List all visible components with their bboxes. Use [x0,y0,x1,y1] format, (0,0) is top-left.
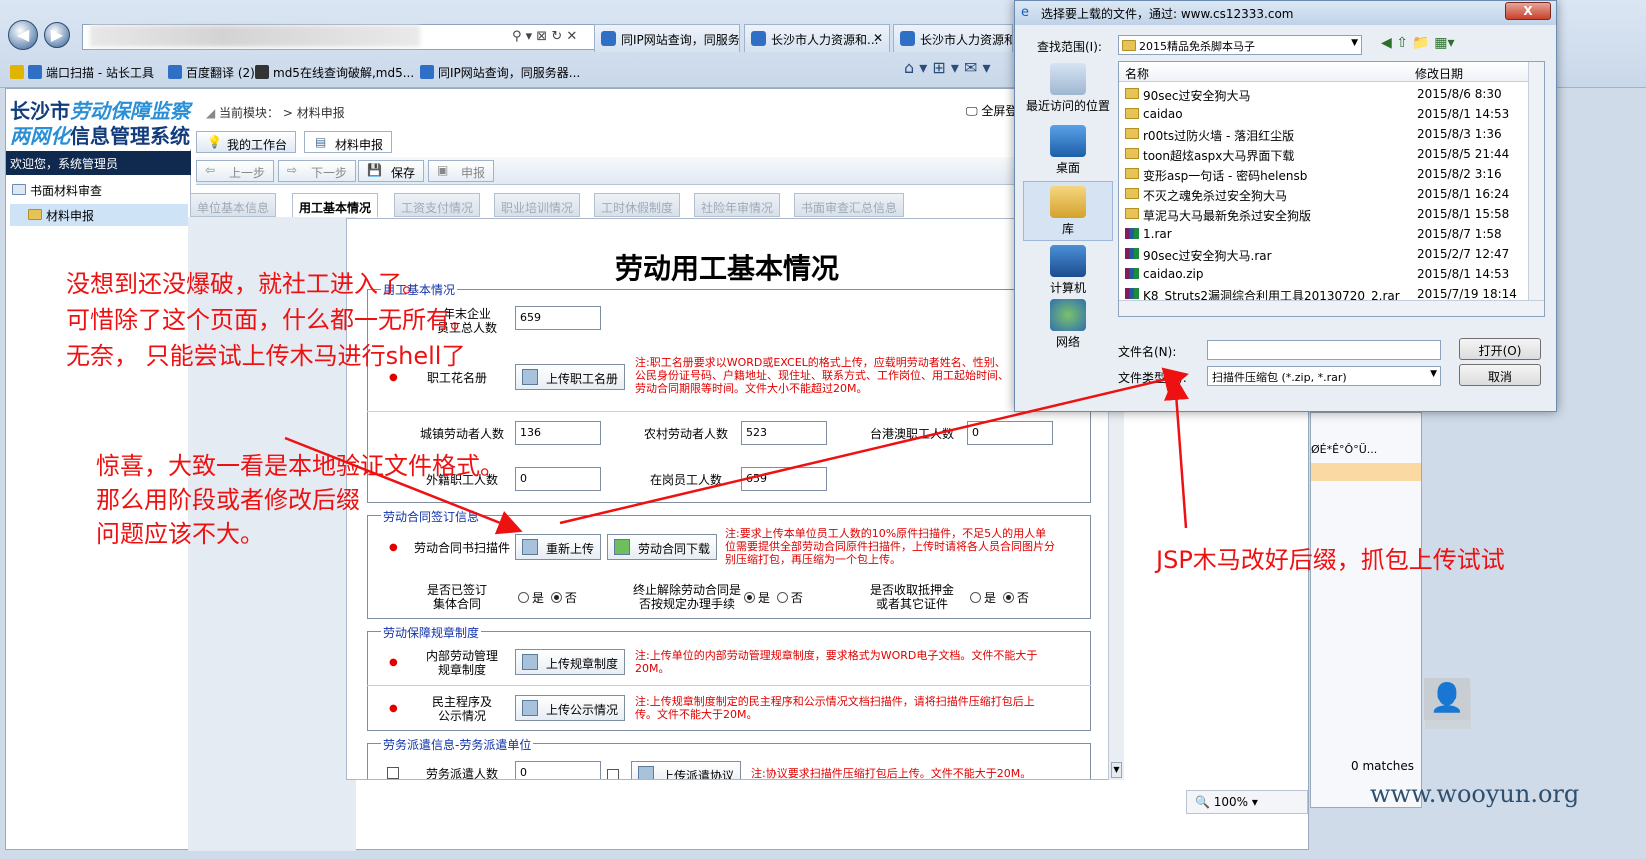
annotation-arrows [284,367,1189,535]
annotation-text: 无奈， 只能尝试上传木马进行shell了 [66,342,466,370]
annotation-text: 问题应该不大。 [96,520,264,548]
annotation-text: 没想到还没爆破，就社工进入了。 [66,270,426,298]
arrow-from-note [1164,375,1189,529]
annotation-text: 可惜除了这个页面，什么都一无所有。 [66,306,474,334]
annotation-text: 那么用阶段或者修改后缀 [96,486,360,514]
annotation-text: 惊喜，大致一看是本地验证文件格式。 [96,452,504,480]
annotation-text: JSP木马改好后缀，抓包上传试试 [1156,546,1505,574]
arrow-to-filetype [559,367,1189,525]
